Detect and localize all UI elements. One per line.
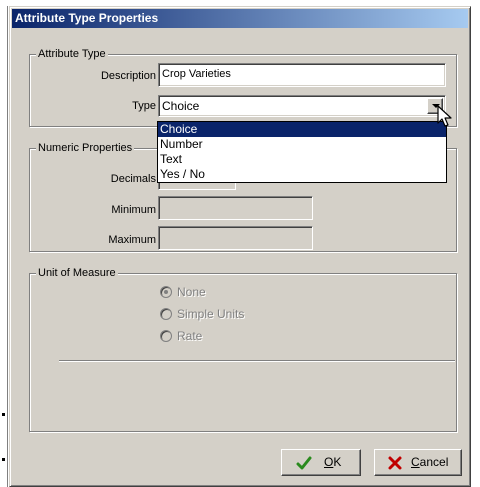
ok-button[interactable]: OK bbox=[281, 449, 361, 476]
x-cross-icon bbox=[388, 456, 402, 470]
minimum-label: Minimum bbox=[111, 204, 156, 216]
type-option-number[interactable]: Number bbox=[158, 137, 446, 152]
background-tick bbox=[2, 413, 5, 416]
unit-of-measure-legend: Unit of Measure bbox=[36, 266, 118, 280]
maximum-label: Maximum bbox=[108, 234, 156, 246]
type-select[interactable]: Choice bbox=[158, 95, 446, 117]
mouse-pointer-icon bbox=[437, 105, 452, 127]
unit-rate-label: Rate bbox=[177, 329, 203, 343]
background-tick bbox=[2, 458, 5, 461]
type-option-yes-no[interactable]: Yes / No bbox=[158, 167, 446, 182]
attribute-type-properties-dialog: Attribute Type Properties Attribute Type… bbox=[9, 6, 471, 487]
type-option-choice[interactable]: Choice bbox=[158, 122, 446, 137]
background-window-border bbox=[7, 6, 8, 487]
type-label: Type bbox=[132, 100, 156, 112]
unit-none-label: None bbox=[177, 285, 206, 299]
cancel-label: Cancel bbox=[411, 455, 449, 469]
radio-circle-icon bbox=[160, 308, 172, 320]
radio-circle-icon bbox=[160, 330, 172, 342]
type-select-value: Choice bbox=[162, 99, 200, 113]
decimals-label: Decimals bbox=[110, 173, 156, 185]
radio-circle-icon bbox=[160, 286, 172, 298]
minimum-field[interactable] bbox=[158, 196, 313, 220]
unit-simple-units-label: Simple Units bbox=[177, 307, 245, 321]
radio-dot-icon bbox=[164, 290, 168, 294]
checkmark-icon bbox=[296, 456, 312, 470]
window-title: Attribute Type Properties bbox=[15, 11, 159, 25]
description-label: Description bbox=[100, 70, 156, 82]
attribute-type-legend: Attribute Type bbox=[36, 47, 108, 61]
numeric-properties-legend: Numeric Properties bbox=[36, 141, 135, 155]
unit-of-measure-group: Unit of Measure bbox=[29, 266, 457, 432]
ok-label: OK bbox=[324, 455, 342, 469]
cancel-button[interactable]: Cancel bbox=[374, 449, 462, 476]
description-field[interactable]: Crop Varieties bbox=[158, 63, 446, 87]
description-value: Crop Varieties bbox=[162, 68, 231, 80]
unit-separator bbox=[59, 360, 455, 362]
type-dropdown-list: Choice Number Text Yes / No bbox=[157, 121, 447, 183]
title-bar[interactable]: Attribute Type Properties bbox=[12, 9, 468, 28]
type-option-text[interactable]: Text bbox=[158, 152, 446, 167]
maximum-field[interactable] bbox=[158, 226, 313, 250]
